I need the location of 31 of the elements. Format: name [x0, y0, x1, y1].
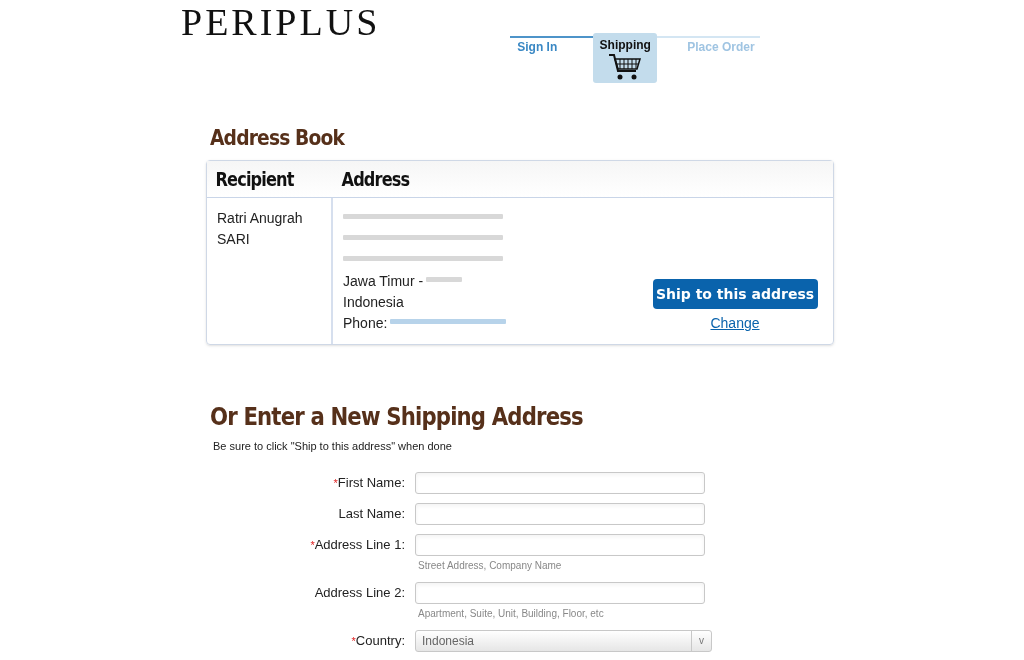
required-mark: * — [351, 634, 356, 650]
change-link[interactable]: Change — [710, 313, 760, 334]
required-mark: * — [310, 538, 315, 554]
country-select[interactable]: Indonesia v — [415, 630, 712, 652]
field-label: Last Name: — [338, 505, 405, 524]
instruction-text: Be sure to click "Ship to this address" when done — [213, 439, 453, 453]
field-label: Address Line 1: — [314, 536, 405, 555]
phone-label: Phone: — [343, 314, 388, 333]
step-tab[interactable]: Shipping — [593, 33, 658, 83]
required-mark: * — [333, 476, 338, 492]
cart-icon — [608, 53, 643, 81]
section-heading: Or Enter a New Shipping Address — [210, 401, 584, 433]
address-line: Jawa Timur - — [343, 272, 424, 291]
input-field[interactable] — [415, 534, 705, 556]
column-header: Recipient — [214, 166, 295, 192]
recipient-name: Ratri Anugrah SARI — [217, 209, 304, 249]
input-field[interactable] — [415, 503, 705, 525]
logo[interactable]: PERIPLUS — [181, 2, 381, 42]
address-line: Indonesia — [343, 293, 404, 312]
input-field[interactable] — [415, 582, 705, 604]
field-hint: Apartment, Suite, Unit, Building, Floor, etc — [418, 607, 605, 621]
column-header: Address — [340, 166, 410, 192]
ship-button[interactable]: Ship to this address — [652, 279, 818, 309]
redacted-text — [426, 277, 463, 282]
step-link[interactable]: Sign In — [510, 33, 594, 83]
field-hint: Street Address, Company Name — [418, 559, 563, 573]
section-heading: Address Book — [210, 124, 346, 152]
field-label: First Name: — [337, 474, 405, 493]
field-label: Address Line 2: — [314, 584, 405, 603]
field-label: Country: — [355, 632, 405, 651]
input-field[interactable] — [415, 472, 705, 494]
